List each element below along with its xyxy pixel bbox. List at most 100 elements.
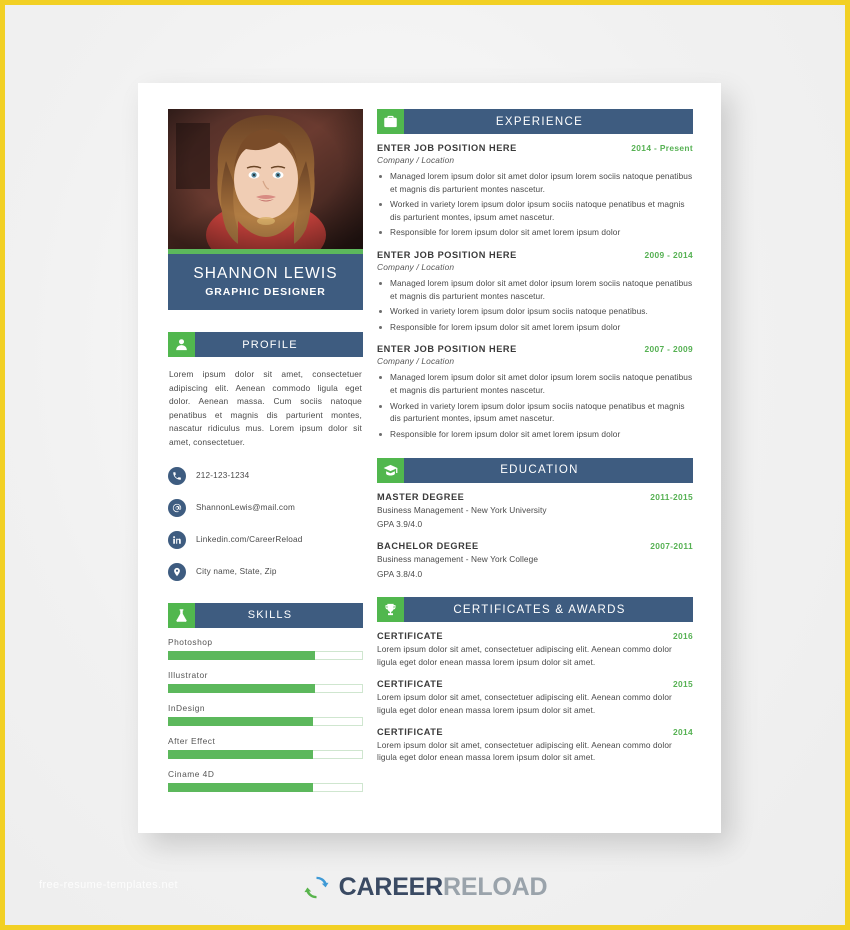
skill-bar-fill bbox=[168, 749, 313, 759]
briefcase-icon bbox=[377, 109, 404, 134]
experience-section-header: EXPERIENCE bbox=[377, 109, 693, 134]
certificate-description: Lorem ipsum dolor sit amet, consectetuer… bbox=[377, 740, 672, 763]
certificate-date: 2016 bbox=[672, 631, 693, 642]
skills-section-header: SKILLS bbox=[168, 602, 363, 628]
skill-item: After Effect bbox=[168, 736, 363, 759]
resume-left-column: SHANNON LEWIS GRAPHIC DESIGNER PROFILE L… bbox=[168, 109, 363, 813]
skill-label: After Effect bbox=[168, 735, 216, 746]
education-gpa: GPA 3.8/4.0 bbox=[377, 568, 423, 579]
contact-list: 212-123-1234 ShannonLewis@mail.com Linke… bbox=[168, 466, 363, 581]
profile-section-header: PROFILE bbox=[168, 332, 363, 358]
candidate-role: GRAPHIC DESIGNER bbox=[205, 286, 326, 299]
experience-section: EXPERIENCE ENTER JOB POSITION HERE 2014 … bbox=[377, 109, 693, 441]
contact-email[interactable]: ShannonLewis@mail.com bbox=[168, 498, 363, 517]
experience-position: ENTER JOB POSITION HERE bbox=[377, 250, 517, 261]
education-entry: MASTER DEGREE 2011-2015 Business Managem… bbox=[377, 492, 693, 531]
skill-bar-fill bbox=[168, 782, 313, 792]
experience-bullets: Managed lorem ipsum dolor sit amet dolor… bbox=[377, 371, 693, 440]
contact-email-value: ShannonLewis@mail.com bbox=[196, 503, 295, 513]
skill-bar-fill bbox=[168, 683, 315, 693]
contact-phone[interactable]: 212-123-1234 bbox=[168, 466, 363, 485]
candidate-name: SHANNON LEWIS bbox=[193, 265, 338, 282]
contact-linkedin-value: Linkedin.com/CareerReload bbox=[196, 535, 303, 545]
experience-section-title: EXPERIENCE bbox=[404, 109, 693, 134]
education-section: EDUCATION MASTER DEGREE 2011-2015 Busine… bbox=[377, 457, 693, 581]
education-school: Business Management - New York Universit… bbox=[377, 504, 547, 515]
phone-icon bbox=[168, 466, 186, 485]
experience-entry: ENTER JOB POSITION HERE 2009 - 2014 Comp… bbox=[377, 250, 693, 333]
certificate-name: CERTIFICATE bbox=[377, 631, 444, 642]
skill-bar-track bbox=[168, 716, 363, 726]
profile-section: PROFILE Lorem ipsum dolor sit amet, cons… bbox=[168, 332, 363, 450]
education-date: 2007-2011 bbox=[650, 541, 693, 552]
email-icon bbox=[168, 498, 186, 517]
certificate-date: 2015 bbox=[672, 679, 693, 690]
linkedin-icon bbox=[168, 530, 186, 549]
experience-position: ENTER JOB POSITION HERE bbox=[377, 344, 517, 355]
certificate-name: CERTIFICATE bbox=[377, 727, 444, 738]
skill-label: Illustrator bbox=[168, 669, 208, 680]
education-degree: BACHELOR DEGREE bbox=[377, 541, 479, 552]
skill-label: Ciname 4D bbox=[168, 768, 215, 779]
experience-bullet: Worked in variety lorem ipsum dolor ipsu… bbox=[377, 400, 693, 425]
experience-entry: ENTER JOB POSITION HERE 2014 - Present C… bbox=[377, 143, 693, 239]
experience-date: 2009 - 2014 bbox=[644, 250, 693, 261]
certificates-section-header: CERTIFICATES & AWARDS bbox=[377, 597, 693, 623]
experience-date: 2014 - Present bbox=[631, 143, 693, 153]
certificate-entry: CERTIFICATE 2016 Lorem ipsum dolor sit a… bbox=[377, 631, 693, 668]
experience-bullet: Responsible for lorem ipsum dolor sit am… bbox=[377, 321, 693, 334]
contact-phone-value: 212-123-1234 bbox=[196, 471, 250, 481]
refresh-circle-icon bbox=[303, 874, 330, 901]
profile-section-title: PROFILE bbox=[195, 332, 363, 358]
education-entry: BACHELOR DEGREE 2007-2011 Business manag… bbox=[377, 541, 693, 580]
education-degree: MASTER DEGREE bbox=[377, 491, 465, 502]
profile-text: Lorem ipsum dolor sit amet, consectetuer… bbox=[169, 369, 362, 448]
skill-item: Photoshop bbox=[168, 637, 363, 660]
education-date: 2011-2015 bbox=[650, 491, 693, 502]
location-icon bbox=[168, 562, 186, 581]
skill-bar-fill bbox=[168, 716, 313, 726]
graduation-cap-icon bbox=[377, 457, 404, 483]
flask-icon bbox=[168, 602, 195, 628]
experience-company: Company / Location bbox=[377, 155, 455, 165]
experience-date: 2007 - 2009 bbox=[644, 344, 693, 355]
certificate-entry: CERTIFICATE 2015 Lorem ipsum dolor sit a… bbox=[377, 679, 693, 716]
experience-bullet: Responsible for lorem ipsum dolor sit am… bbox=[377, 226, 693, 239]
skill-bar-fill bbox=[168, 650, 315, 660]
skill-label: InDesign bbox=[168, 702, 206, 713]
experience-company: Company / Location bbox=[377, 356, 455, 367]
education-section-header: EDUCATION bbox=[377, 457, 693, 483]
skill-bar-track bbox=[168, 683, 363, 693]
skill-list: Photoshop Illustrator InDesign After Eff… bbox=[168, 637, 363, 792]
skill-item: InDesign bbox=[168, 703, 363, 726]
experience-bullet: Managed lorem ipsum dolor sit amet dolor… bbox=[377, 170, 693, 195]
brand-text-primary: CAREER bbox=[338, 873, 444, 901]
contact-linkedin[interactable]: Linkedin.com/CareerReload bbox=[168, 530, 363, 549]
trophy-icon bbox=[377, 597, 404, 623]
skills-section-title: SKILLS bbox=[195, 602, 363, 628]
certificates-section: CERTIFICATES & AWARDS CERTIFICATE 2016 L… bbox=[377, 597, 693, 764]
skill-bar-track bbox=[168, 650, 363, 660]
certificate-name: CERTIFICATE bbox=[377, 679, 444, 690]
skill-label: Photoshop bbox=[168, 636, 213, 647]
certificate-entry: CERTIFICATE 2014 Lorem ipsum dolor sit a… bbox=[377, 727, 693, 764]
certificate-description: Lorem ipsum dolor sit amet, consectetuer… bbox=[377, 644, 672, 667]
experience-company: Company / Location bbox=[377, 262, 455, 273]
contact-location[interactable]: City name, State, Zip bbox=[168, 562, 363, 581]
experience-bullet: Responsible for lorem ipsum dolor sit am… bbox=[377, 428, 693, 441]
education-section-title: EDUCATION bbox=[404, 457, 693, 483]
experience-bullet: Managed lorem ipsum dolor sit amet dolor… bbox=[377, 277, 693, 302]
brand-logo[interactable]: CAREER RELOAD bbox=[5, 873, 845, 902]
photo-block: SHANNON LEWIS GRAPHIC DESIGNER bbox=[168, 109, 363, 311]
skills-section: SKILLS Photoshop Illustrator InDesign Af… bbox=[168, 602, 363, 792]
skill-bar-track bbox=[168, 782, 363, 792]
skill-item: Ciname 4D bbox=[168, 769, 363, 792]
brand-text-secondary: RELOAD bbox=[443, 873, 548, 901]
experience-entry: ENTER JOB POSITION HERE 2007 - 2009 Comp… bbox=[377, 344, 693, 440]
certificate-date: 2014 bbox=[672, 727, 693, 738]
experience-bullet: Worked in variety lorem ipsum dolor ipsu… bbox=[377, 305, 693, 318]
resume-page: SHANNON LEWIS GRAPHIC DESIGNER PROFILE L… bbox=[138, 83, 721, 833]
certificate-description: Lorem ipsum dolor sit amet, consectetuer… bbox=[377, 692, 672, 715]
education-gpa: GPA 3.9/4.0 bbox=[377, 518, 423, 529]
screenshot-canvas: free-resume-templates.net SHANNON LEWIS … bbox=[0, 0, 850, 930]
